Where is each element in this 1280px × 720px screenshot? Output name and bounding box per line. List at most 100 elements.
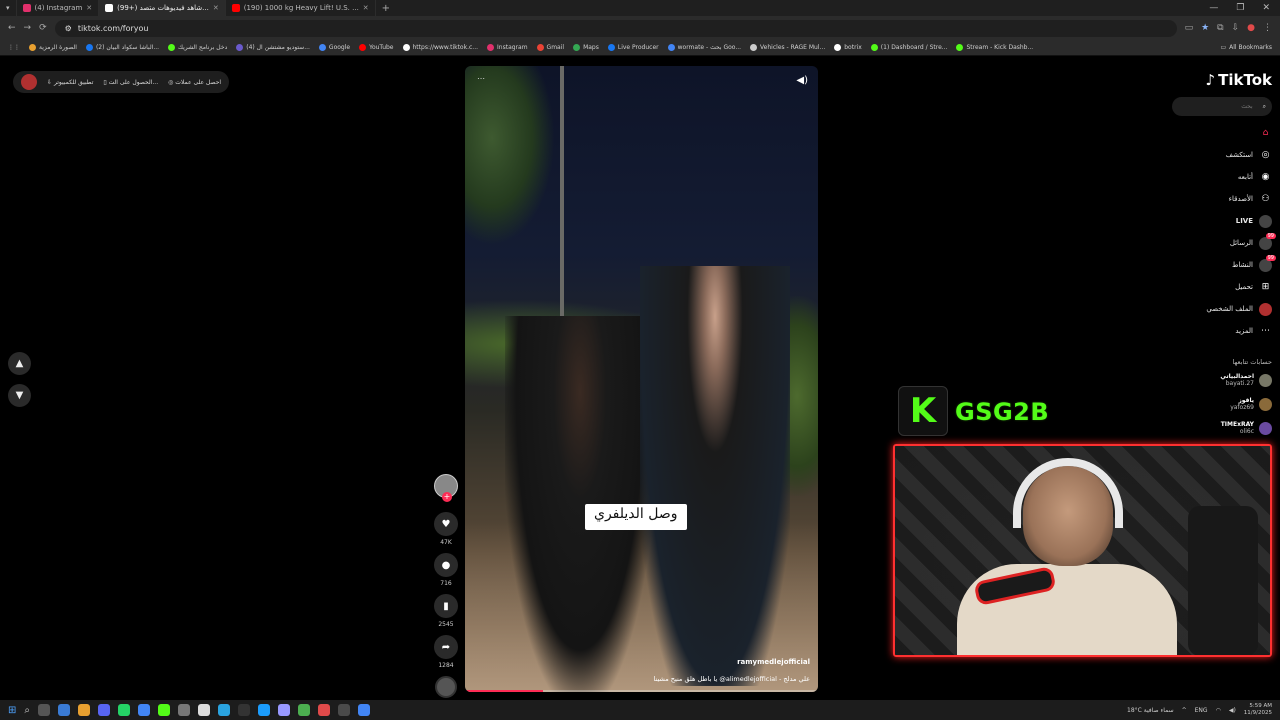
extensions-icon[interactable]: ⧉	[1217, 23, 1223, 33]
close-icon[interactable]: ✕	[213, 4, 219, 12]
bookmark-item[interactable]: wormate - بحث Goo...	[667, 44, 741, 51]
bookmark-item[interactable]: Instagram	[487, 44, 528, 51]
tab-instagram[interactable]: (4) Instagram ✕	[17, 0, 100, 16]
tab-tiktok[interactable]: (99+) شاهد فيديوهات متصد... ✕	[99, 0, 226, 16]
comment-button[interactable]: ●	[434, 553, 458, 577]
obs-icon[interactable]	[238, 704, 250, 716]
bookmark-item[interactable]: Google	[318, 44, 350, 51]
volume-icon[interactable]: ◀)	[796, 75, 808, 86]
tiktok-icon[interactable]	[338, 704, 350, 716]
volume-icon[interactable]: ◀)	[1229, 707, 1236, 714]
premiere-icon[interactable]	[278, 704, 290, 716]
tab-youtube[interactable]: (190) 1000 kg Heavy Lift! U.S. ... ✕	[226, 0, 376, 16]
sidebar-item-messages[interactable]: الرسائل 99	[1230, 232, 1276, 254]
creator-avatar[interactable]: +	[434, 474, 458, 502]
get-app-link[interactable]: ▯ الحصول على الت...	[103, 79, 158, 86]
chrome-icon[interactable]	[358, 704, 370, 716]
tray-overflow-icon[interactable]: ^	[1182, 707, 1187, 714]
sidebar-item-following[interactable]: أتابعه ◉	[1238, 166, 1272, 188]
windows-start-icon[interactable]: ⊞	[8, 705, 16, 716]
desktop-app-link[interactable]: ⇩ تطبيق للكمبيوتر	[47, 79, 93, 86]
back-icon[interactable]: ←	[8, 23, 16, 33]
sidebar-item-home[interactable]: ⌂	[1253, 122, 1272, 144]
bookmark-item[interactable]: (1) Dashboard / Stre...	[870, 44, 947, 51]
search-icon[interactable]: ⌕	[1263, 103, 1266, 111]
avatar[interactable]	[21, 74, 37, 90]
sidebar-item-more[interactable]: المزيد ⋯	[1235, 320, 1272, 342]
search-icon[interactable]: ⌕	[24, 705, 30, 716]
video-player[interactable]: ⋯ ◀) وصل الديلفري ramymedlejofficial يا …	[465, 66, 818, 692]
bookmark-item[interactable]: الصورة الرمزية	[29, 44, 77, 51]
apps-icon[interactable]: ⋮⋮	[8, 44, 20, 51]
site-info-icon[interactable]: ⚙	[65, 24, 72, 33]
following-icon: ◉	[1261, 172, 1270, 182]
following-account[interactable]: TIMExRAY oli6c	[1221, 421, 1272, 435]
bookmark-item[interactable]: Gmail	[536, 44, 564, 51]
star-icon[interactable]: ★	[1201, 23, 1209, 33]
download-icon[interactable]: ⇩	[1232, 23, 1240, 33]
close-icon[interactable]: ✕	[363, 4, 369, 12]
bookmark-item[interactable]: Maps	[573, 44, 599, 51]
chrome-icon[interactable]	[138, 704, 150, 716]
video-author[interactable]: ramymedlejofficial	[737, 658, 810, 666]
bookmark-item[interactable]: https://www.tiktok.c...	[402, 44, 478, 51]
app-icon[interactable]	[178, 704, 190, 716]
bookmark-item[interactable]: Vehicles - RAGE Mul...	[750, 44, 825, 51]
save-button[interactable]: ▮	[434, 594, 458, 618]
telegram-icon[interactable]	[218, 704, 230, 716]
forward-icon[interactable]: →	[24, 23, 32, 33]
file-explorer-icon[interactable]	[78, 704, 90, 716]
task-view-icon[interactable]	[38, 704, 50, 716]
minimize-icon[interactable]: —	[1209, 3, 1218, 13]
previous-video-button[interactable]: ▲	[8, 352, 31, 375]
language-indicator[interactable]: ENG	[1195, 707, 1208, 714]
wifi-icon[interactable]: ◠	[1216, 707, 1221, 714]
music-disc[interactable]	[435, 676, 457, 698]
bookmark-item[interactable]: Live Producer	[607, 44, 659, 51]
tab-search-button[interactable]: ▾	[0, 0, 17, 16]
get-coins-link[interactable]: ◎ احصل على عملات	[168, 79, 221, 86]
url-field[interactable]: ⚙ tiktok.com/foryou	[54, 19, 1177, 37]
new-tab-button[interactable]: +	[376, 3, 396, 14]
menu-icon[interactable]: ⋮	[1263, 23, 1272, 33]
reload-icon[interactable]: ⟳	[39, 23, 47, 33]
steam-icon[interactable]	[258, 704, 270, 716]
clock[interactable]: 5:59 AM 11/9/2025	[1244, 703, 1272, 717]
share-button[interactable]: ➦	[434, 635, 458, 659]
sidebar-item-friends[interactable]: الأصدقاء ⚇	[1229, 188, 1272, 210]
app-icon[interactable]	[198, 704, 210, 716]
maximize-icon[interactable]: ❐	[1236, 3, 1244, 13]
close-window-icon[interactable]: ✕	[1262, 3, 1270, 13]
bookmark-item[interactable]: (2) الباشا سكواد البيان...	[85, 44, 159, 51]
sidebar-item-activity[interactable]: النشاط 99	[1232, 254, 1276, 276]
weather-text[interactable]: 18°C سماء صافية	[1127, 707, 1174, 714]
video-progress-bar[interactable]	[465, 690, 818, 692]
tiktok-logo[interactable]: ♪ TikTok	[1206, 71, 1272, 89]
whatsapp-icon[interactable]	[118, 704, 130, 716]
bookmark-item[interactable]: (4) ستوديو مشتشن ال...	[236, 44, 310, 51]
sidebar-item-live[interactable]: LIVE	[1236, 210, 1272, 232]
all-bookmarks[interactable]: ▭ All Bookmarks	[1220, 44, 1272, 51]
more-options-icon[interactable]: ⋯	[477, 74, 485, 83]
sidebar-item-profile[interactable]: الملف الشخصي	[1206, 298, 1272, 320]
app-icon[interactable]	[318, 704, 330, 716]
like-button[interactable]: ♥	[434, 512, 458, 536]
following-account[interactable]: ياقوز yafoz69	[1230, 397, 1272, 411]
bookmark-item[interactable]: botrix	[834, 44, 862, 51]
sidebar-item-upload[interactable]: تحميل ⊞	[1235, 276, 1272, 298]
bookmark-item[interactable]: YouTube	[359, 44, 394, 51]
sidebar-item-explore[interactable]: استكشف ◎	[1226, 144, 1272, 166]
cast-icon[interactable]: ▭	[1185, 23, 1194, 33]
close-icon[interactable]: ✕	[86, 4, 92, 12]
next-video-button[interactable]: ▼	[8, 384, 31, 407]
following-account[interactable]: احمدالبياتي bayati.27	[1220, 373, 1272, 387]
discord-icon[interactable]	[98, 704, 110, 716]
profile-icon[interactable]: ●	[1247, 23, 1255, 33]
follow-plus-icon[interactable]: +	[442, 492, 452, 502]
app-icon[interactable]	[298, 704, 310, 716]
bookmark-item[interactable]: دخل برنامج الشريك	[168, 44, 227, 51]
copilot-icon[interactable]	[58, 704, 70, 716]
search-input[interactable]: بحث ⌕	[1172, 97, 1272, 116]
kick-icon[interactable]	[158, 704, 170, 716]
bookmark-item[interactable]: Stream - Kick Dashb...	[956, 44, 1033, 51]
